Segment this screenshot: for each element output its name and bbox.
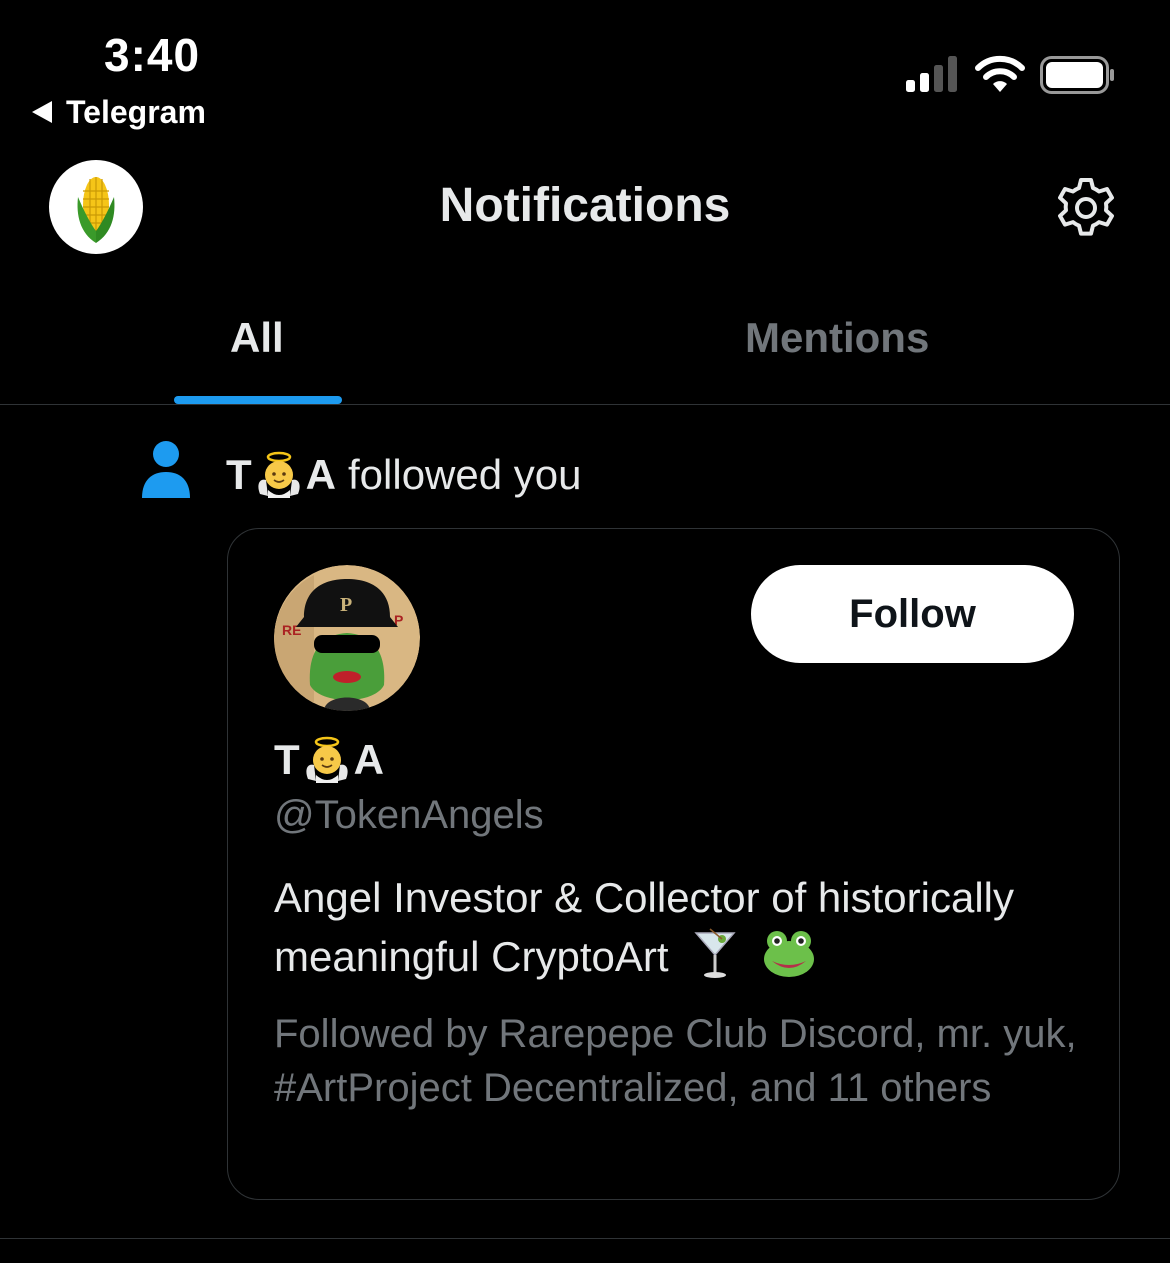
- page-title: Notifications: [439, 179, 731, 232]
- back-triangle-icon: [32, 101, 52, 123]
- user-bio: Angel Investor & Collector of historical…: [274, 869, 1094, 986]
- tab-all[interactable]: All: [230, 314, 284, 362]
- notification-tabs: All Mentions: [0, 300, 1170, 405]
- avatar-image: RE P P: [274, 565, 420, 711]
- back-to-app-link[interactable]: Telegram: [32, 92, 206, 132]
- cellular-signal-icon: [906, 56, 957, 92]
- user-bio-text: Angel Investor & Collector of historical…: [274, 874, 1014, 980]
- gear-icon[interactable]: [1054, 176, 1118, 240]
- active-tab-indicator: [174, 396, 342, 404]
- svg-text:P: P: [340, 594, 352, 616]
- user-name-prefix: T: [274, 736, 300, 783]
- followed-by-text: Followed by Rarepepe Club Discord, mr. y…: [274, 1012, 1077, 1110]
- person-icon: [142, 441, 190, 498]
- notification-text[interactable]: T A followed you: [226, 450, 581, 500]
- user-display-name[interactable]: T A: [274, 735, 384, 785]
- back-app-label: Telegram: [66, 93, 206, 130]
- baby-angel-emoji-icon: [258, 451, 300, 498]
- status-time: 3:40: [104, 29, 201, 81]
- tab-mentions[interactable]: Mentions: [745, 314, 929, 362]
- actor-name-suffix: A: [305, 451, 336, 498]
- wifi-icon: [975, 55, 1025, 92]
- battery-icon: [1040, 56, 1114, 94]
- user-name-suffix: A: [353, 736, 384, 783]
- frog-face-emoji-icon: [763, 931, 814, 977]
- actor-name-prefix: T: [226, 451, 252, 498]
- actor-name[interactable]: T A: [226, 450, 336, 500]
- user-handle: @TokenAngels: [274, 793, 544, 837]
- user-avatar[interactable]: RE P P: [274, 565, 420, 711]
- user-card[interactable]: RE P P Follow T A @TokenAngels Angel Inv…: [227, 528, 1120, 1200]
- notification-action-text: followed you: [348, 451, 582, 498]
- follow-button[interactable]: Follow: [751, 565, 1074, 663]
- baby-angel-emoji-icon: [306, 736, 348, 783]
- list-divider: [0, 1238, 1170, 1239]
- cocktail-glass-emoji-icon: [694, 928, 736, 978]
